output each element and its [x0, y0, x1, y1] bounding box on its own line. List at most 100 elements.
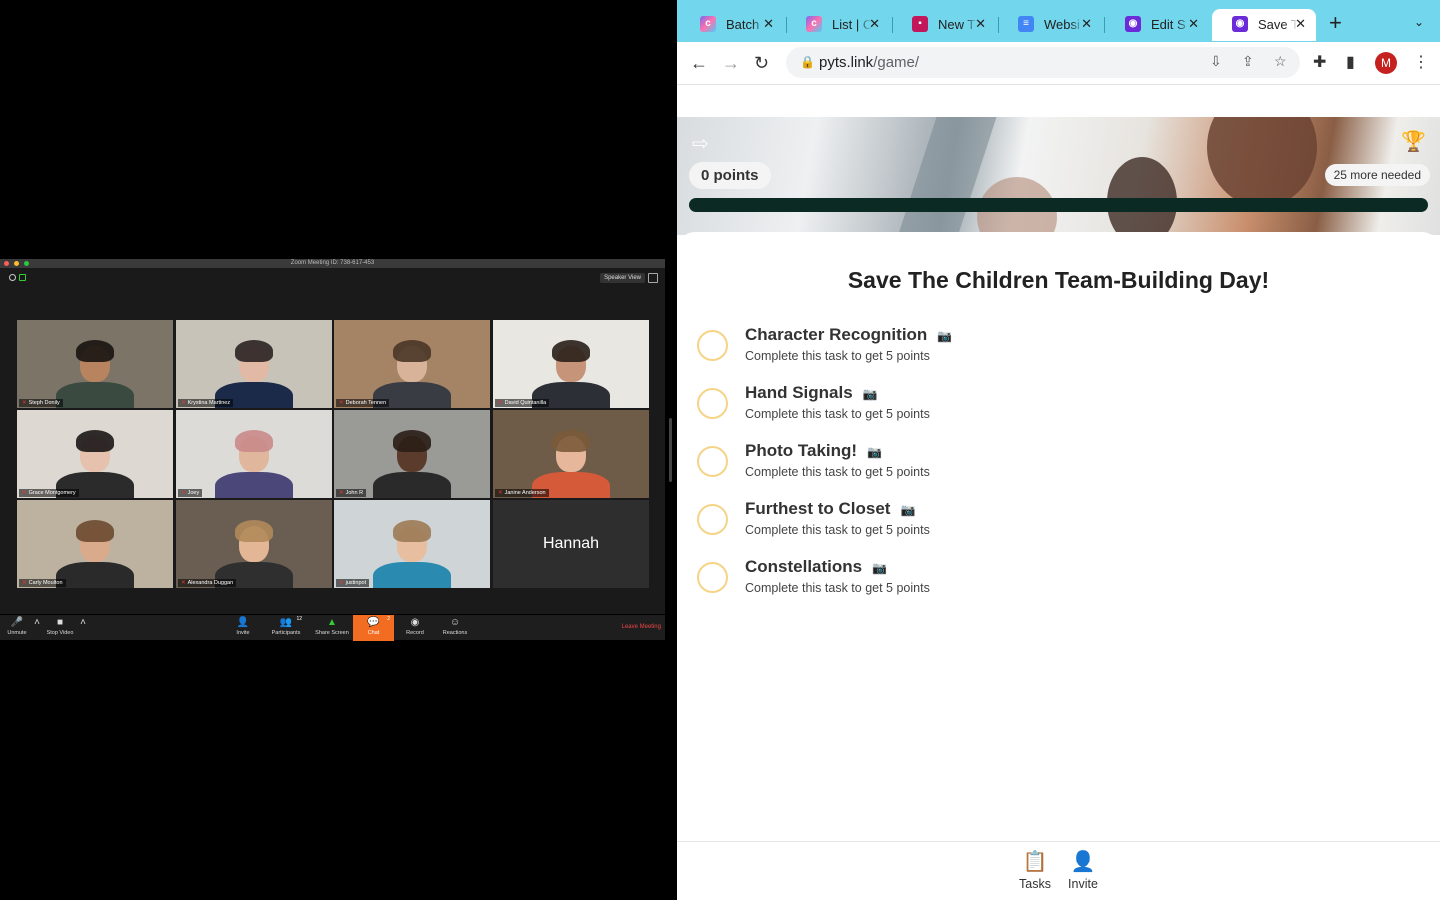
trophy-icon[interactable]: 🏆: [1401, 129, 1426, 154]
participant-hair: [76, 430, 114, 452]
split-view-divider-handle[interactable]: [669, 418, 672, 482]
unmute-button[interactable]: 🎤 Unmute: [2, 615, 32, 641]
audio-options-chevron-icon[interactable]: ˄: [32, 615, 42, 641]
exit-game-icon[interactable]: ⇨: [692, 131, 709, 156]
participant-video-tile[interactable]: ✕ Grace Montgomery: [17, 410, 173, 498]
share-screen-button[interactable]: ▲ Share Screen: [312, 615, 352, 641]
forward-arrow-icon[interactable]: →: [722, 51, 740, 75]
zoom-window-title: Zoom Meeting ID: 738-617-453: [290, 260, 375, 266]
task-name: Constellations 📷: [745, 557, 887, 577]
invite-nav-label: Invite: [1068, 877, 1098, 891]
browser-tab[interactable]: ≡ Websi ✕: [998, 9, 1102, 41]
task-item[interactable]: Character Recognition 📷 Complete this task…: [697, 325, 1397, 373]
fullscreen-icon[interactable]: [648, 273, 658, 283]
zoom-top-bar: Speaker View: [0, 268, 665, 314]
close-tab-icon[interactable]: ✕: [975, 16, 986, 32]
side-panel-icon[interactable]: ▮: [1346, 52, 1355, 72]
record-icon: ◉: [410, 617, 420, 628]
leave-meeting-button[interactable]: Leave Meeting: [622, 624, 661, 630]
clickup-favicon-icon: c: [700, 16, 716, 32]
participant-name: ✕ David Quintanilla: [495, 399, 550, 407]
task-item[interactable]: Furthest to Closet 📷 Complete this task to…: [697, 499, 1397, 547]
participant-video-tile[interactable]: Hannah: [493, 500, 649, 588]
browser-tab[interactable]: c List | C ✕: [786, 9, 890, 41]
participant-hair: [235, 340, 273, 362]
app-favicon-icon: ▪: [912, 16, 928, 32]
participant-video-tile[interactable]: ✕ justinpot: [334, 500, 490, 588]
close-tab-icon[interactable]: ✕: [763, 16, 774, 32]
participant-body: [56, 382, 134, 408]
url-path: /game/: [873, 54, 920, 71]
tab-label: Edit S: [1151, 17, 1186, 32]
participant-body: [56, 562, 134, 588]
video-options-chevron-icon[interactable]: ˄: [78, 615, 88, 641]
participant-hair: [235, 430, 273, 452]
reactions-button[interactable]: ☺ Reactions: [438, 615, 472, 641]
muted-mic-icon: ✕: [22, 580, 27, 586]
muted-mic-icon: ✕: [22, 490, 27, 496]
participant-video-tile[interactable]: ✕ David Quintanilla: [493, 320, 649, 408]
task-checkbox[interactable]: [697, 446, 728, 477]
unmute-label: Unmute: [7, 630, 27, 636]
invite-nav-button[interactable]: 👤 Invite: [1059, 850, 1107, 891]
tab-strip: c Batch ✕ c List | C ✕ ▪ New T ✕ ≡ Websi ✕ ◉ Edit S ✕ ◉…: [677, 0, 1440, 42]
info-icon[interactable]: [9, 274, 16, 281]
participants-button[interactable]: 👥 12 Participants: [266, 615, 306, 641]
extensions-puzzle-icon[interactable]: ✚: [1313, 52, 1326, 72]
lock-icon[interactable]: 🔒: [800, 55, 815, 69]
browser-tab[interactable]: c Batch ✕: [680, 9, 784, 41]
more-menu-icon[interactable]: ⋮: [1413, 52, 1429, 72]
participant-video-tile[interactable]: ✕ Alexandra Duggan: [176, 500, 332, 588]
participant-video-tile[interactable]: ✕ Krystina Martinez: [176, 320, 332, 408]
tab-search-chevron-icon[interactable]: ⌄: [1414, 15, 1424, 29]
task-checkbox[interactable]: [697, 562, 728, 593]
url-host: pyts.link: [819, 54, 874, 71]
zoom-title-bar: Zoom Meeting ID: 738-617-453: [0, 259, 665, 268]
speaker-view-button[interactable]: Speaker View: [600, 273, 645, 283]
participant-name: ✕ justinpot: [336, 579, 370, 587]
close-tab-icon[interactable]: ✕: [869, 16, 880, 32]
participant-video-tile[interactable]: ✕ Joey: [176, 410, 332, 498]
profile-avatar[interactable]: M: [1375, 52, 1397, 74]
participant-name: ✕ Deborah Tennen: [336, 399, 390, 407]
participant-video-tile[interactable]: ✕ Deborah Tennen: [334, 320, 490, 408]
participant-name-text: Grace Montgomery: [28, 490, 76, 496]
clipboard-check-icon: 📋: [1022, 851, 1048, 873]
share-icon[interactable]: ⇪: [1242, 53, 1254, 70]
tasks-nav-label: Tasks: [1019, 877, 1051, 891]
invite-button[interactable]: 👤 Invite: [228, 615, 258, 641]
new-tab-plus-icon[interactable]: +: [1329, 11, 1342, 35]
browser-tab[interactable]: ◉ Save T ✕: [1212, 9, 1316, 41]
task-description: Complete this task to get 5 points: [745, 465, 930, 479]
url-text[interactable]: pyts.link/game/: [819, 54, 919, 71]
close-tab-icon[interactable]: ✕: [1188, 16, 1199, 32]
task-item[interactable]: Constellations 📷 Complete this task to get…: [697, 557, 1397, 605]
task-checkbox[interactable]: [697, 330, 728, 361]
close-tab-icon[interactable]: ✕: [1081, 16, 1092, 32]
participant-video-tile[interactable]: ✕ Janine Anderson: [493, 410, 649, 498]
participant-name: ✕ Grace Montgomery: [19, 489, 79, 497]
chat-button[interactable]: 💬 2 Chat: [353, 615, 394, 641]
task-item[interactable]: Hand Signals 📷 Complete this task to get 5…: [697, 383, 1397, 431]
participant-video-tile[interactable]: ✕ Carly Moulton: [17, 500, 173, 588]
bookmark-star-icon[interactable]: ☆: [1274, 53, 1287, 70]
invite-label: Invite: [236, 630, 250, 636]
task-checkbox[interactable]: [697, 504, 728, 535]
task-name-text: Character Recognition: [745, 325, 928, 344]
tasks-nav-button[interactable]: 📋 Tasks: [1011, 850, 1059, 891]
task-name-text: Photo Taking!: [745, 441, 858, 460]
address-bar[interactable]: 🔒 pyts.link/game/ ⇩ ⇪ ☆: [786, 47, 1300, 78]
browser-tab[interactable]: ◉ Edit S ✕: [1105, 9, 1209, 41]
record-button[interactable]: ◉ Record: [400, 615, 430, 641]
security-shield-icon[interactable]: [19, 274, 26, 281]
stop-video-button[interactable]: ■ Stop Video: [42, 615, 78, 641]
browser-tab[interactable]: ▪ New T ✕: [892, 9, 996, 41]
task-checkbox[interactable]: [697, 388, 728, 419]
reload-icon[interactable]: ↻: [754, 51, 769, 75]
close-tab-icon[interactable]: ✕: [1295, 16, 1306, 32]
install-app-icon[interactable]: ⇩: [1210, 53, 1222, 70]
participant-video-tile[interactable]: ✕ John R: [334, 410, 490, 498]
task-item[interactable]: Photo Taking! 📷 Complete this task to get …: [697, 441, 1397, 489]
participant-video-tile[interactable]: ✕ Steph Donily: [17, 320, 173, 408]
back-arrow-icon[interactable]: ←: [690, 51, 708, 75]
